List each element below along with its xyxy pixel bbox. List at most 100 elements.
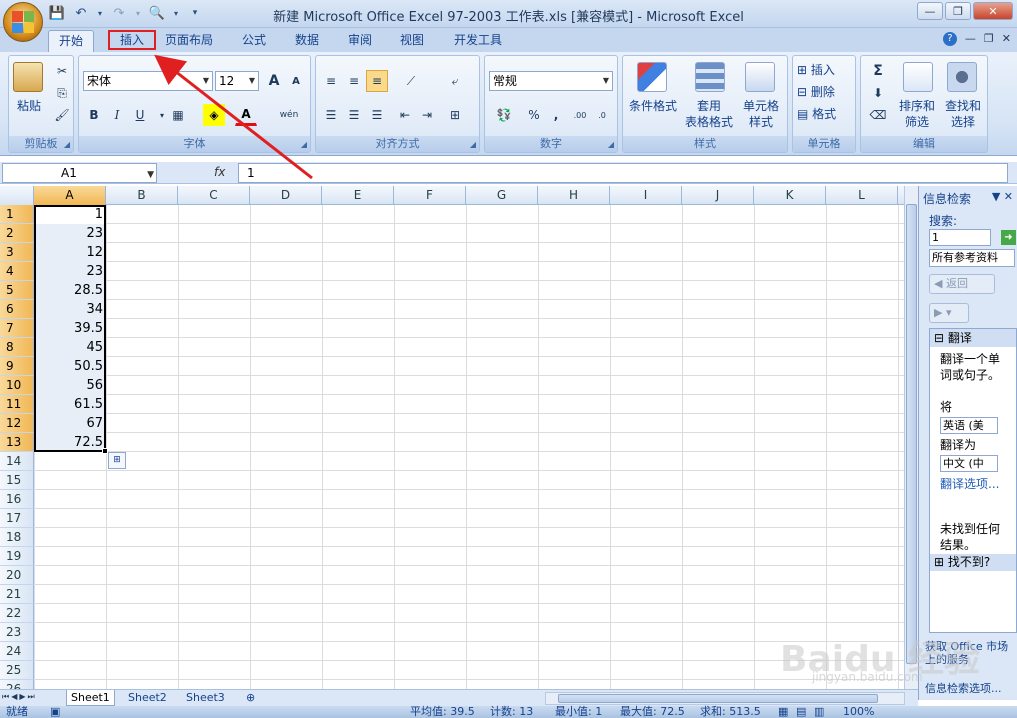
macro-record-icon[interactable]: ▣	[50, 705, 60, 718]
row-header-6[interactable]: 6	[0, 300, 34, 319]
accounting-format-icon[interactable]: 💱	[489, 104, 519, 126]
clear-icon[interactable]: ⌫	[867, 104, 889, 126]
comma-button[interactable]: ,	[545, 104, 567, 126]
page-break-view-icon[interactable]: ▥	[814, 705, 824, 718]
autosum-icon[interactable]: Σ	[867, 60, 889, 82]
cell-a11[interactable]: 61.5	[34, 395, 106, 414]
doc-close-icon[interactable]: ✕	[1002, 32, 1011, 46]
column-header-k[interactable]: K	[754, 186, 826, 205]
reference-select[interactable]: 所有参考资料	[929, 249, 1015, 267]
cell-a6[interactable]: 34	[34, 300, 106, 319]
phonetic-button[interactable]: wén	[275, 104, 303, 126]
column-header-b[interactable]: B	[106, 186, 178, 205]
worksheet-grid[interactable]: ABCDEFGHIJKL 1 2 3 4 5 6 7 8 9 10 11 12 13 14 15 16 17 18…	[0, 186, 904, 689]
cell-a13[interactable]: 72.5	[34, 433, 106, 452]
row-header-4[interactable]: 4	[0, 262, 34, 281]
align-left-icon[interactable]: ☰	[320, 104, 342, 126]
row-header-1[interactable]: 1	[0, 205, 34, 224]
format-cells-button[interactable]: ▤ 格式	[797, 106, 855, 122]
find-select-label-2[interactable]: 选择	[939, 114, 987, 130]
align-middle-icon[interactable]: ≡	[343, 70, 365, 92]
underline-button[interactable]: U	[129, 104, 151, 126]
borders-icon[interactable]: ▦	[167, 104, 189, 126]
delete-cells-button[interactable]: ⊟ 删除	[797, 84, 855, 100]
find-select-icon[interactable]	[947, 62, 977, 92]
column-header-c[interactable]: C	[178, 186, 250, 205]
normal-view-icon[interactable]: ▦	[778, 705, 788, 718]
row-header-13[interactable]: 13	[0, 433, 34, 452]
format-as-table-icon[interactable]	[695, 62, 725, 92]
row-header-24[interactable]: 24	[0, 642, 34, 661]
tab-home[interactable]: 开始	[48, 30, 95, 52]
decrease-decimal-icon[interactable]: .0	[591, 104, 613, 126]
search-go-icon[interactable]: ➜	[1001, 230, 1016, 245]
row-header-9[interactable]: 9	[0, 357, 34, 376]
doc-minimize-icon[interactable]: —	[965, 32, 976, 46]
italic-button[interactable]: I	[106, 104, 128, 126]
column-header-d[interactable]: D	[250, 186, 322, 205]
font-launcher-icon[interactable]: ◢	[301, 140, 307, 149]
translate-to-select[interactable]: 中文 (中	[940, 455, 998, 472]
panel-dropdown-icon[interactable]: ▼	[992, 190, 1004, 203]
align-center-icon[interactable]: ☰	[343, 104, 365, 126]
align-bottom-icon[interactable]: ≡	[366, 70, 388, 92]
tab-view[interactable]: 视图	[390, 30, 434, 52]
number-format-select[interactable]: 常规 ▼	[489, 71, 613, 91]
wrap-text-icon[interactable]: ⤶	[444, 70, 466, 92]
row-header-8[interactable]: 8	[0, 338, 34, 357]
font-name-select[interactable]: 宋体 ▼	[83, 71, 213, 91]
row-header-10[interactable]: 10	[0, 376, 34, 395]
insert-cells-button[interactable]: ⊞ 插入	[797, 62, 855, 78]
tab-insert[interactable]: 插入	[108, 30, 157, 50]
conditional-format-icon[interactable]	[637, 62, 667, 92]
cell-styles-icon[interactable]	[745, 62, 775, 92]
increase-indent-icon[interactable]: ⇥	[416, 104, 438, 126]
row-header-20[interactable]: 20	[0, 566, 34, 585]
panel-close-button[interactable]: ✕	[1004, 190, 1013, 203]
prev-sheet-icon[interactable]: ◀	[11, 692, 17, 702]
formula-input[interactable]: 1	[238, 163, 1008, 183]
cell-a4[interactable]: 23	[34, 262, 106, 281]
row-header-14[interactable]: 14	[0, 452, 34, 471]
cell-a9[interactable]: 50.5	[34, 357, 106, 376]
row-header-21[interactable]: 21	[0, 585, 34, 604]
sheet-tab-1[interactable]: Sheet1	[66, 690, 115, 706]
tab-review[interactable]: 审阅	[338, 30, 382, 52]
cell-a7[interactable]: 39.5	[34, 319, 106, 338]
doc-restore-icon[interactable]: ❐	[984, 32, 994, 46]
restore-button[interactable]: ❐	[945, 2, 971, 20]
row-header-25[interactable]: 25	[0, 661, 34, 680]
sort-filter-label-2[interactable]: 筛选	[893, 114, 941, 130]
grow-font-button[interactable]: A	[263, 70, 285, 92]
column-header-h[interactable]: H	[538, 186, 610, 205]
column-header-g[interactable]: G	[466, 186, 538, 205]
orientation-icon[interactable]: ⟋	[396, 70, 426, 92]
tab-data[interactable]: 数据	[285, 30, 329, 52]
horizontal-scroll-thumb[interactable]	[558, 694, 878, 703]
row-header-11[interactable]: 11	[0, 395, 34, 414]
cell-a1[interactable]: 1	[34, 205, 106, 224]
insert-sheet-icon[interactable]: ⊕	[242, 690, 259, 706]
forward-button[interactable]: ▶ ▾	[929, 303, 969, 323]
translate-from-select[interactable]: 英语 (美	[940, 417, 998, 434]
auto-fill-options-icon[interactable]: ⊞	[108, 452, 126, 469]
font-color-button[interactable]: A	[235, 104, 257, 126]
find-select-label-1[interactable]: 查找和	[939, 98, 987, 114]
zoom-level[interactable]: 100%	[843, 705, 874, 718]
row-header-23[interactable]: 23	[0, 623, 34, 642]
conditional-format-label[interactable]: 条件格式	[625, 98, 681, 114]
percent-button[interactable]: %	[523, 104, 545, 126]
tab-developer[interactable]: 开发工具	[444, 30, 512, 52]
merge-center-icon[interactable]: ⊞	[444, 104, 466, 126]
row-header-16[interactable]: 16	[0, 490, 34, 509]
cell-styles-label-1[interactable]: 单元格	[735, 98, 787, 114]
row-header-17[interactable]: 17	[0, 509, 34, 528]
first-sheet-icon[interactable]: ⏮	[2, 692, 9, 702]
row-header-19[interactable]: 19	[0, 547, 34, 566]
cell-a5[interactable]: 28.5	[34, 281, 106, 300]
increase-decimal-icon[interactable]: .00	[569, 104, 591, 126]
research-search-input[interactable]: 1	[929, 229, 991, 246]
decrease-indent-icon[interactable]: ⇤	[394, 104, 416, 126]
research-options-link[interactable]: 信息检索选项...	[925, 682, 1017, 695]
sort-filter-label-1[interactable]: 排序和	[893, 98, 941, 114]
